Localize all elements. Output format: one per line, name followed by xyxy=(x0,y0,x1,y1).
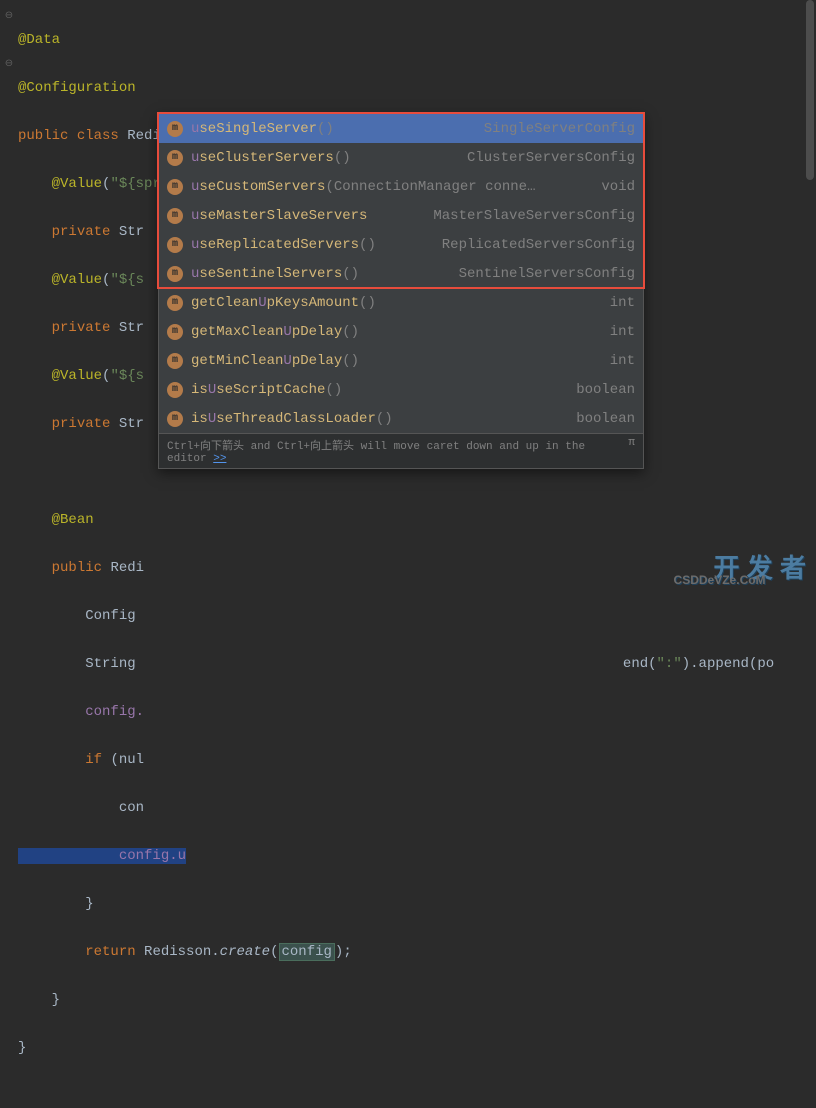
return-type: ClusterServersConfig xyxy=(467,150,635,166)
method-name: useClusterServers() xyxy=(191,150,467,166)
method-name: useSentinelServers() xyxy=(191,266,459,282)
method-name: getMaxCleanUpDelay() xyxy=(191,324,610,340)
return-type: MasterSlaveServersConfig xyxy=(433,208,635,224)
return-type: boolean xyxy=(576,411,635,427)
return-type: int xyxy=(610,324,635,340)
method-icon: m xyxy=(167,382,183,398)
method-name: getMinCleanUpDelay() xyxy=(191,353,610,369)
method-name: getCleanUpKeysAmount() xyxy=(191,295,610,311)
method-icon: m xyxy=(167,324,183,340)
autocomplete-item[interactable]: m isUseThreadClassLoader()boolean xyxy=(159,404,643,433)
return-type: void xyxy=(601,179,635,195)
autocomplete-popup[interactable]: museSingleServer()SingleServerConfigmuse… xyxy=(158,113,644,469)
method-icon: m xyxy=(167,121,183,137)
fold-icon[interactable]: ⊖ xyxy=(0,52,18,76)
watermark: 开 发 者 CSDDeVZe.CoM xyxy=(714,548,806,585)
method-name: useCustomServers(ConnectionManager conne… xyxy=(191,179,601,195)
return-type: int xyxy=(610,353,635,369)
editor-gutter: ⊖ ⊖ xyxy=(0,0,18,595)
fold-icon[interactable]: ⊖ xyxy=(0,4,18,28)
vertical-scrollbar[interactable] xyxy=(804,0,816,595)
autocomplete-item[interactable]: m getCleanUpKeysAmount()int xyxy=(159,288,643,317)
return-type: SingleServerConfig xyxy=(484,121,635,137)
autocomplete-item[interactable]: m getMaxCleanUpDelay()int xyxy=(159,317,643,346)
method-name: isUseThreadClassLoader() xyxy=(191,411,576,427)
autocomplete-item[interactable]: m useClusterServers()ClusterServersConfig xyxy=(159,143,643,172)
method-icon: m xyxy=(167,237,183,253)
autocomplete-item[interactable]: m isUseScriptCache()boolean xyxy=(159,375,643,404)
autocomplete-item[interactable]: m useSingleServer()SingleServerConfig xyxy=(159,114,643,143)
method-icon: m xyxy=(167,295,183,311)
autocomplete-item[interactable]: m getMinCleanUpDelay()int xyxy=(159,346,643,375)
method-name: useSingleServer() xyxy=(191,121,484,137)
method-icon: m xyxy=(167,353,183,369)
return-type: int xyxy=(610,295,635,311)
method-icon: m xyxy=(167,208,183,224)
hint-link[interactable]: >> xyxy=(213,453,226,465)
autocomplete-item[interactable]: m useReplicatedServers()ReplicatedServers… xyxy=(159,230,643,259)
autocomplete-item[interactable]: m useMasterSlaveServersMasterSlaveServers… xyxy=(159,201,643,230)
autocomplete-item[interactable]: m useCustomServers(ConnectionManager conn… xyxy=(159,172,643,201)
return-type: boolean xyxy=(576,382,635,398)
method-icon: m xyxy=(167,179,183,195)
autocomplete-item[interactable]: m useSentinelServers()SentinelServersConf… xyxy=(159,259,643,288)
method-name: isUseScriptCache() xyxy=(191,382,576,398)
autocomplete-hint: Ctrl+向下箭头 and Ctrl+向上箭头 will move caret … xyxy=(159,433,643,468)
method-icon: m xyxy=(167,150,183,166)
scrollbar-thumb[interactable] xyxy=(806,0,814,180)
return-type: SentinelServersConfig xyxy=(459,266,635,282)
method-icon: m xyxy=(167,266,183,282)
method-name: useReplicatedServers() xyxy=(191,237,442,253)
method-name: useMasterSlaveServers xyxy=(191,208,433,224)
method-icon: m xyxy=(167,411,183,427)
return-type: ReplicatedServersConfig xyxy=(442,237,635,253)
